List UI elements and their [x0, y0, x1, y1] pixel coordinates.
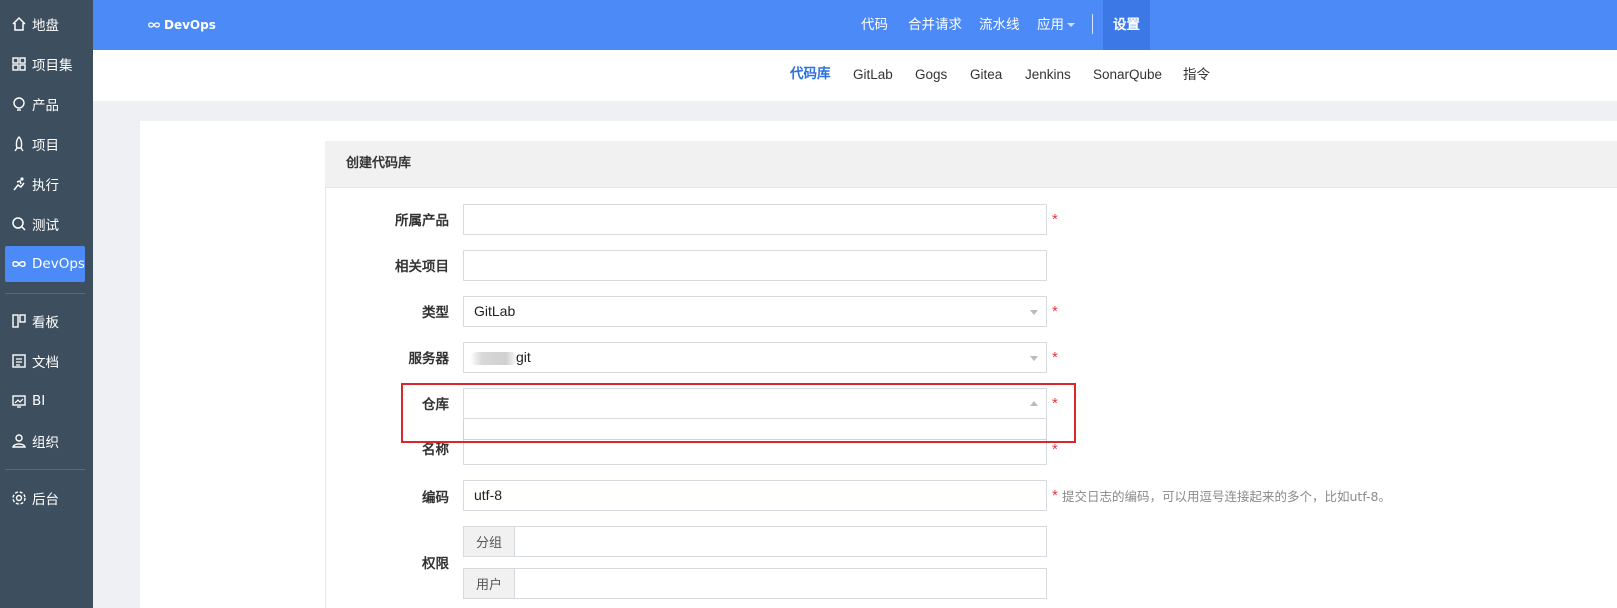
subnav-gitea[interactable]: Gitea: [970, 50, 1002, 101]
grid-icon: [11, 56, 27, 72]
monitor-icon: [11, 393, 27, 409]
sidebar-divider: [5, 469, 85, 470]
sidebar-item-test[interactable]: 测试: [5, 206, 85, 242]
type-label: 类型: [422, 305, 449, 321]
infinity-icon: [148, 22, 160, 28]
chevron-down-icon: [1067, 23, 1075, 27]
product-label: 所属产品: [395, 213, 449, 229]
bulb-icon: [11, 96, 27, 112]
encoding-input[interactable]: utf-8: [463, 480, 1047, 511]
sidebar-item-label: DevOps: [32, 256, 85, 272]
required-mark: *: [1052, 211, 1058, 228]
required-mark: *: [1052, 349, 1058, 366]
search-icon: [11, 216, 27, 232]
type-value: GitLab: [474, 303, 516, 319]
server-value: git: [516, 349, 531, 365]
subnav-repo[interactable]: 代码库: [790, 50, 831, 101]
server-label: 服务器: [408, 351, 450, 367]
group-select[interactable]: [515, 527, 1046, 556]
sidebar-item-bi[interactable]: BI: [5, 383, 85, 419]
permission-user-row: 用户: [463, 568, 1047, 599]
subnav-gogs[interactable]: Gogs: [915, 50, 947, 101]
sidebar-item-label: 地盘: [32, 18, 59, 34]
nav-settings[interactable]: 设置: [1103, 0, 1150, 50]
nav-app-label: 应用: [1037, 17, 1064, 33]
permission-group-row: 分组: [463, 526, 1047, 557]
subnav-gitlab[interactable]: GitLab: [853, 50, 893, 101]
sidebar-item-label: BI: [32, 393, 46, 409]
type-select[interactable]: GitLab: [463, 296, 1047, 327]
brand[interactable]: DevOps: [147, 0, 216, 50]
sidebar-item-execution[interactable]: 执行: [5, 166, 85, 202]
sidebar-item-doc[interactable]: 文档: [5, 343, 85, 379]
infinity-icon: [11, 256, 27, 272]
sidebar-item-label: 执行: [32, 178, 59, 194]
sub-nav: 代码库 GitLab Gogs Gitea Jenkins SonarQube …: [93, 50, 1617, 101]
sidebar-item-label: 项目集: [32, 58, 73, 74]
required-mark: *: [1052, 441, 1058, 458]
subnav-sonarqube[interactable]: SonarQube: [1093, 50, 1162, 101]
project-label: 相关项目: [395, 259, 449, 275]
gear-icon: [11, 490, 27, 506]
product-select[interactable]: [463, 204, 1047, 235]
chevron-down-icon: [1030, 356, 1038, 361]
brand-label: DevOps: [164, 18, 216, 32]
required-mark: *: [1052, 487, 1058, 504]
nav-code[interactable]: 代码: [861, 0, 888, 50]
sidebar-item-program[interactable]: 项目集: [5, 46, 85, 82]
sidebar-item-product[interactable]: 产品: [5, 86, 85, 122]
user-addon: 用户: [464, 569, 515, 598]
server-select[interactable]: git: [463, 342, 1047, 373]
sidebar-item-dashboard[interactable]: 地盘: [5, 6, 85, 42]
sidebar-item-label: 看板: [32, 315, 59, 331]
sidebar: 地盘 项目集 产品 项目 执行 测试 DevOps 看板 文档 BI 组织 后台: [0, 0, 93, 608]
top-header: DevOps 代码 合并请求 流水线 应用 设置: [93, 0, 1617, 50]
subnav-jenkins[interactable]: Jenkins: [1025, 50, 1071, 101]
group-addon: 分组: [464, 527, 515, 556]
sidebar-item-devops[interactable]: DevOps: [5, 246, 85, 282]
user-select[interactable]: [515, 569, 1046, 598]
kanban-icon: [11, 313, 27, 329]
encoding-label: 编码: [422, 490, 449, 506]
highlight-box: [401, 383, 1076, 443]
user-icon: [11, 433, 27, 449]
form-header: [325, 141, 1617, 188]
project-select[interactable]: [463, 250, 1047, 281]
home-icon: [11, 16, 27, 32]
sidebar-item-admin[interactable]: 后台: [5, 480, 85, 516]
nav-pipeline[interactable]: 流水线: [979, 0, 1020, 50]
form-title: 创建代码库: [346, 156, 412, 171]
run-icon: [11, 176, 27, 192]
redacted-text: [470, 351, 518, 365]
sidebar-item-label: 测试: [32, 218, 59, 234]
required-mark: *: [1052, 303, 1058, 320]
nav-divider: [1092, 14, 1093, 34]
doc-icon: [11, 353, 27, 369]
sidebar-item-kanban[interactable]: 看板: [5, 303, 85, 339]
nav-app[interactable]: 应用: [1037, 0, 1075, 50]
sidebar-item-label: 产品: [32, 98, 59, 114]
subnav-command[interactable]: 指令: [1183, 50, 1210, 101]
permission-label: 权限: [422, 556, 449, 572]
sidebar-item-label: 组织: [32, 435, 59, 451]
sidebar-item-label: 项目: [32, 138, 59, 154]
nav-merge-request[interactable]: 合并请求: [908, 0, 962, 50]
chevron-down-icon: [1030, 310, 1038, 315]
sidebar-item-label: 后台: [32, 492, 59, 508]
rocket-icon: [11, 136, 27, 152]
encoding-hint: 提交日志的编码，可以用逗号连接起来的多个，比如utf-8。: [1062, 489, 1392, 504]
sidebar-item-project[interactable]: 项目: [5, 126, 85, 162]
sidebar-item-label: 文档: [32, 355, 59, 371]
sidebar-item-org[interactable]: 组织: [5, 423, 85, 459]
sidebar-divider: [5, 293, 85, 294]
